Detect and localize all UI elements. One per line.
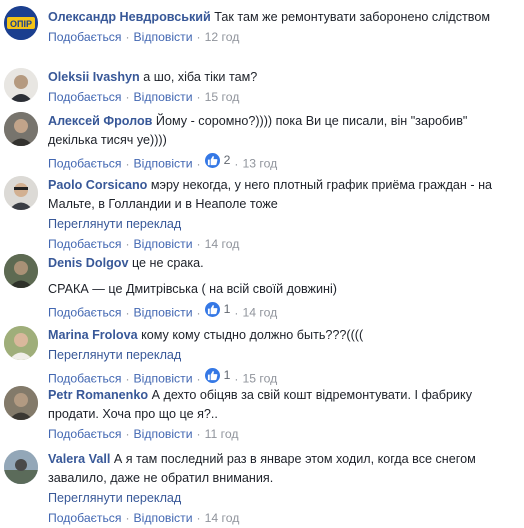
avatar[interactable]: [4, 112, 38, 146]
reaction-count[interactable]: 2: [204, 150, 230, 170]
reply-button[interactable]: Відповісти: [134, 511, 193, 525]
comment-author[interactable]: Denis Dolgov: [48, 256, 128, 270]
reply-button[interactable]: Відповісти: [134, 237, 193, 251]
reply-button[interactable]: Відповісти: [134, 30, 193, 44]
avatar[interactable]: [4, 68, 38, 102]
timestamp[interactable]: 14 год: [205, 237, 240, 251]
reaction-count[interactable]: 1: [204, 365, 230, 385]
timestamp[interactable]: 15 год: [205, 90, 240, 104]
user-photo-icon: [4, 68, 38, 102]
avatar[interactable]: [4, 386, 38, 420]
like-button[interactable]: Подобається: [48, 306, 121, 320]
timestamp[interactable]: 15 год: [242, 372, 277, 386]
thumbs-up-icon: [204, 367, 220, 383]
timestamp[interactable]: 13 год: [242, 157, 277, 171]
user-photo-icon: [4, 112, 38, 146]
comment-actions: Подобається · Відповісти · 2 · 13 год: [48, 150, 514, 174]
like-button[interactable]: Подобається: [48, 511, 121, 525]
avatar[interactable]: [4, 326, 38, 360]
timestamp[interactable]: 11 год: [205, 427, 239, 441]
like-button[interactable]: Подобається: [48, 157, 121, 171]
user-photo-icon: [4, 386, 38, 420]
avatar[interactable]: [4, 254, 38, 288]
reply-button[interactable]: Відповісти: [134, 372, 193, 386]
timestamp[interactable]: 14 год: [205, 511, 240, 525]
comment-actions: Подобається · Відповісти · 14 год: [48, 511, 240, 525]
timestamp[interactable]: 14 год: [242, 306, 277, 320]
like-button[interactable]: Подобається: [48, 90, 121, 104]
user-photo-icon: [4, 176, 38, 210]
comment-actions: Подобається · Відповісти · 12 год: [48, 30, 240, 44]
comment-author[interactable]: Petr Romanenko: [48, 388, 148, 402]
comment-actions: Подобається · Відповісти · 14 год: [48, 237, 240, 251]
comment-actions: Подобається · Відповісти · 1 · 15 год: [48, 365, 514, 389]
comment-text: це не срака.: [128, 256, 204, 270]
comment-text: а шо, хіба тіки там?: [139, 70, 258, 84]
comment-actions: Подобається · Відповісти · 1 · 14 год: [48, 299, 514, 323]
comment-author[interactable]: Valera Vall: [48, 452, 110, 466]
like-button[interactable]: Подобається: [48, 427, 121, 441]
comment-author[interactable]: Алексей Фролов: [48, 114, 152, 128]
reply-button[interactable]: Відповісти: [134, 427, 193, 441]
comment-actions: Подобається · Відповісти · 11 год: [48, 427, 239, 441]
comment-text: Так там же ремонтувати заборонено слідст…: [210, 10, 491, 24]
reply-button[interactable]: Відповісти: [134, 306, 193, 320]
thumbs-up-icon: [204, 152, 220, 168]
reply-button[interactable]: Відповісти: [134, 90, 193, 104]
user-photo-icon: [4, 450, 38, 484]
like-button[interactable]: Подобається: [48, 372, 121, 386]
like-button[interactable]: Подобається: [48, 30, 121, 44]
avatar[interactable]: [4, 176, 38, 210]
thumbs-up-icon: [204, 301, 220, 317]
comment-actions: Подобається · Відповісти · 15 год: [48, 90, 240, 104]
comment-author[interactable]: Oleksii Ivashyn: [48, 70, 140, 84]
user-photo-icon: [4, 254, 38, 288]
see-translation-link[interactable]: Переглянути переклад: [48, 214, 514, 234]
comment-author[interactable]: Олександр Невдровський: [48, 10, 211, 24]
timestamp[interactable]: 12 год: [205, 30, 240, 44]
comment-author[interactable]: Paolo Corsicano: [48, 178, 147, 192]
comment-author[interactable]: Marina Frolova: [48, 328, 138, 342]
user-photo-icon: [4, 326, 38, 360]
see-translation-link[interactable]: Переглянути переклад: [48, 345, 514, 365]
comment-text: кому кому стыдно должно быть???((((: [137, 328, 364, 342]
like-button[interactable]: Подобається: [48, 237, 121, 251]
see-translation-link[interactable]: Переглянути переклад: [48, 488, 514, 508]
comment-text-line2: СРАКА — це Дмитрівська ( на всій своїй д…: [48, 282, 337, 296]
reaction-count[interactable]: 1: [204, 299, 230, 319]
comment-text: А я там последний раз в январе этом ходи…: [48, 452, 476, 485]
avatar[interactable]: ОПІР: [4, 6, 38, 40]
avatar[interactable]: [4, 450, 38, 484]
opir-logo-icon: ОПІР: [4, 6, 38, 40]
reply-button[interactable]: Відповісти: [134, 157, 193, 171]
svg-text:ОПІР: ОПІР: [10, 19, 32, 29]
